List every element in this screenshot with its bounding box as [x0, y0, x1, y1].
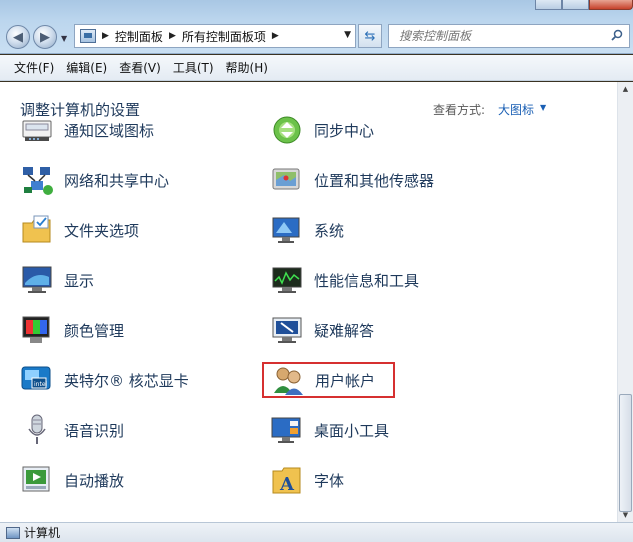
status-text: 计算机	[24, 526, 61, 540]
window-titlebar: ◀ ▶ ▼ ▶ 控制面板 ▶ 所有控制面板项 ▶ ▼ ⇆	[0, 0, 633, 54]
item-system[interactable]: 系统	[270, 210, 344, 250]
item-label: 疑难解答	[314, 321, 375, 340]
menu-help[interactable]: 帮助(H)	[220, 59, 274, 76]
item-location-sensors[interactable]: 位置和其他传感器	[270, 160, 434, 200]
item-label: 自动播放	[64, 471, 125, 490]
item-troubleshooting[interactable]: 疑难解答	[270, 310, 374, 350]
speech-recognition-icon	[28, 414, 46, 444]
item-fonts[interactable]: A 字体	[270, 460, 344, 500]
system-icon	[272, 217, 300, 243]
item-display[interactable]: 显示	[20, 260, 94, 300]
refresh-button[interactable]: ⇆	[358, 24, 382, 48]
location-sensors-icon	[272, 168, 300, 190]
address-dropdown-icon[interactable]: ▼	[344, 30, 351, 40]
item-label: 用户帐户	[315, 371, 376, 390]
search-icon[interactable]	[611, 29, 623, 41]
arrow-left-icon: ◀	[13, 29, 23, 45]
item-label: 系统	[314, 221, 345, 240]
view-mode-dropdown-icon[interactable]: ▼	[540, 103, 546, 112]
menu-edit[interactable]: 编辑(E)	[60, 59, 113, 76]
status-bar: 计算机	[0, 522, 633, 542]
item-label: 颜色管理	[64, 321, 125, 340]
network-sharing-icon	[23, 167, 53, 195]
scroll-thumb[interactable]	[619, 394, 632, 512]
close-button[interactable]	[589, 0, 633, 10]
troubleshooting-icon	[272, 317, 302, 343]
control-panel-content: 调整计算机的设置 查看方式: 大图标 ▼ 通知区域图标 同步中心 网络和共享中心…	[0, 82, 617, 522]
item-label: 文件夹选项	[64, 221, 140, 240]
item-label: 位置和其他传感器	[314, 171, 435, 190]
arrow-right-icon: ▶	[40, 29, 50, 45]
address-bar[interactable]: ▶ 控制面板 ▶ 所有控制面板项 ▶ ▼	[74, 24, 356, 48]
menu-bar: 文件(F) 编辑(E) 查看(V) 工具(T) 帮助(H)	[0, 55, 633, 81]
item-network-sharing-center[interactable]: 网络和共享中心	[20, 160, 169, 200]
user-accounts-icon	[274, 367, 303, 395]
display-icon	[22, 266, 52, 293]
back-button[interactable]: ◀	[6, 25, 30, 49]
breadcrumb-separator-icon[interactable]: ▶	[169, 31, 176, 41]
scroll-up-icon[interactable]: ▲	[618, 82, 633, 96]
item-label: 通知区域图标	[64, 121, 155, 140]
computer-icon	[6, 526, 20, 539]
breadcrumb-separator-icon[interactable]: ▶	[102, 31, 109, 41]
item-label: 字体	[314, 471, 345, 490]
view-mode-selector[interactable]: 大图标	[498, 101, 534, 118]
forward-button[interactable]: ▶	[33, 25, 57, 49]
scroll-down-icon[interactable]: ▼	[618, 508, 633, 522]
item-notification-area-icons[interactable]: 通知区域图标	[20, 110, 154, 150]
breadcrumb-all-items[interactable]: 所有控制面板项	[182, 28, 266, 45]
search-input[interactable]	[399, 29, 599, 43]
menu-tools[interactable]: 工具(T)	[167, 59, 220, 76]
item-sync-center[interactable]: 同步中心	[270, 110, 374, 150]
item-color-management[interactable]: 颜色管理	[20, 310, 124, 350]
control-panel-icon	[80, 29, 96, 43]
item-label: 性能信息和工具	[314, 271, 420, 290]
svg-text:A: A	[279, 474, 295, 495]
recent-pages-dropdown[interactable]: ▼	[61, 34, 67, 43]
item-label: 语音识别	[64, 421, 125, 440]
caption-buttons	[535, 0, 633, 10]
refresh-icon: ⇆	[364, 28, 376, 44]
item-label: 显示	[64, 271, 95, 290]
minimize-button[interactable]	[535, 0, 562, 10]
menu-view[interactable]: 查看(V)	[113, 59, 167, 76]
sync-center-icon	[273, 116, 301, 144]
performance-icon	[272, 267, 302, 293]
svg-text:intel: intel	[34, 381, 48, 388]
intel-graphics-icon: intel	[21, 366, 51, 390]
folder-options-icon	[22, 215, 51, 243]
item-folder-options[interactable]: 文件夹选项	[20, 210, 139, 250]
item-label: 网络和共享中心	[64, 171, 170, 190]
item-intel-graphics[interactable]: intel 英特尔® 核芯显卡	[20, 360, 189, 400]
item-label: 英特尔® 核芯显卡	[64, 371, 189, 390]
desktop-gadgets-icon	[271, 417, 301, 443]
item-performance-info[interactable]: 性能信息和工具	[270, 260, 419, 300]
item-desktop-gadgets[interactable]: 桌面小工具	[270, 410, 389, 450]
item-label: 桌面小工具	[314, 421, 390, 440]
item-speech-recognition[interactable]: 语音识别	[20, 410, 124, 450]
fonts-icon: A	[272, 467, 301, 495]
notification-area-icon	[22, 120, 52, 141]
breadcrumb-control-panel[interactable]: 控制面板	[115, 28, 163, 45]
item-user-accounts[interactable]: 用户帐户	[262, 362, 396, 398]
autoplay-icon	[22, 466, 50, 492]
item-autoplay[interactable]: 自动播放	[20, 460, 124, 500]
maximize-button[interactable]	[562, 0, 589, 10]
color-management-icon	[22, 316, 50, 343]
search-box[interactable]	[388, 24, 630, 48]
vertical-scrollbar[interactable]: ▲ ▼	[617, 82, 633, 522]
menu-file[interactable]: 文件(F)	[8, 59, 60, 76]
item-label: 同步中心	[314, 121, 375, 140]
view-by-label: 查看方式:	[433, 103, 486, 117]
breadcrumb-separator-icon[interactable]: ▶	[272, 31, 279, 41]
